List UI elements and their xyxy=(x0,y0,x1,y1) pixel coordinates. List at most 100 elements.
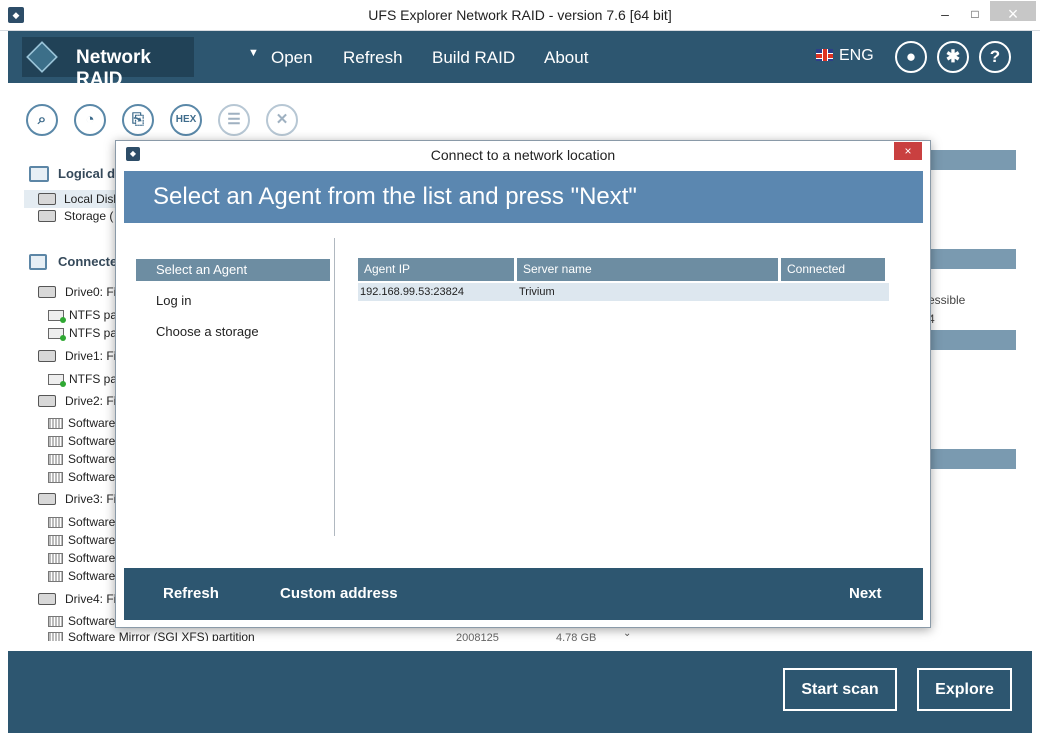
column-header-server-name[interactable]: Server name xyxy=(517,258,778,281)
software-raid-icon xyxy=(48,535,63,546)
brand-name: Network RAID xyxy=(76,47,151,90)
next-button[interactable]: Next xyxy=(849,585,882,602)
hard-drive-icon xyxy=(38,593,56,605)
menu-refresh[interactable]: Refresh xyxy=(343,48,403,68)
menu-build-raid[interactable]: Build RAID xyxy=(432,48,515,68)
column-header-connected[interactable]: Connected xyxy=(781,258,885,281)
tree-item-label: Software xyxy=(68,569,116,583)
monitor-icon xyxy=(29,166,49,182)
size-value: 4.78 GB xyxy=(556,632,597,643)
scroll-down-icon[interactable]: ⌄ xyxy=(623,628,631,639)
tree-item-partition[interactable]: Software xyxy=(48,414,115,432)
tree-item-label: Software xyxy=(68,434,116,448)
uk-flag-icon xyxy=(816,49,833,61)
software-raid-icon xyxy=(48,436,63,447)
close-icon[interactable]: ✕ xyxy=(266,104,298,136)
tree-item-label: Software xyxy=(68,416,116,430)
right-panel-header xyxy=(928,449,1016,469)
cell-server-name: Trivium xyxy=(519,286,555,298)
list-icon[interactable]: ☰ xyxy=(218,104,250,136)
tree-item-drive[interactable]: Drive0: Fi xyxy=(38,283,116,301)
software-raid-icon xyxy=(48,632,63,641)
hex-viewer-button[interactable]: HEX xyxy=(170,104,202,136)
language-selector[interactable]: ENG xyxy=(816,47,874,65)
dialog-footer: Refresh Custom address Next xyxy=(124,568,923,620)
partition-icon xyxy=(48,310,66,323)
pie-chart-icon[interactable]: ◔ xyxy=(74,104,106,136)
step-log-in: Log in xyxy=(156,293,192,308)
tree-item-partition[interactable]: Software xyxy=(48,513,115,531)
tree-item-storage[interactable]: Storage ( xyxy=(24,207,113,225)
table-row[interactable]: 192.168.99.53:23824 Trivium xyxy=(358,283,889,301)
user-icon[interactable]: ● xyxy=(895,41,927,73)
help-icon[interactable]: ? xyxy=(979,41,1011,73)
tree-item-partition[interactable]: Software xyxy=(48,567,115,585)
tree-row-last[interactable]: Software Mirror (SGI XFS) partition xyxy=(48,630,255,641)
tree-item-drive[interactable]: Drive2: Fi xyxy=(38,392,116,410)
tree-item-label: Software xyxy=(68,551,116,565)
tree-item-partition[interactable]: Software xyxy=(48,531,115,549)
tree-item-partition[interactable]: Software xyxy=(48,612,115,630)
tree-item-label: Drive2: Fi xyxy=(65,394,117,408)
explore-button[interactable]: Explore xyxy=(917,668,1012,711)
drive-icon xyxy=(38,193,56,205)
software-raid-icon xyxy=(48,553,63,564)
gear-icon[interactable]: ✱ xyxy=(937,41,969,73)
step-choose-storage: Choose a storage xyxy=(156,324,259,339)
dialog-close-button[interactable]: × xyxy=(894,142,922,160)
tree-item-partition[interactable]: Software xyxy=(48,468,115,486)
tree-item-label: NTFS pa xyxy=(69,308,118,322)
tree-item-drive[interactable]: Drive4: Fi xyxy=(38,590,116,608)
sectors-value: 2008125 xyxy=(456,632,499,643)
hard-drive-icon xyxy=(38,395,56,407)
tree-item-local-disk[interactable]: Local Disk xyxy=(24,190,124,208)
partition-icon xyxy=(48,374,66,387)
right-panel-text: essible xyxy=(928,293,966,307)
refresh-button[interactable]: Refresh xyxy=(163,585,219,602)
logical-disks-header: Logical di xyxy=(58,166,119,181)
right-panel-header xyxy=(928,150,1016,170)
tree-item-partition[interactable]: Software xyxy=(48,549,115,567)
tree-item-partition[interactable]: Software xyxy=(48,432,115,450)
custom-address-button[interactable]: Custom address xyxy=(280,585,398,602)
tree-item-label: Software xyxy=(68,533,116,547)
tree-item-partition[interactable]: NTFS pa xyxy=(48,324,117,342)
tree-item-drive[interactable]: Drive1: Fi xyxy=(38,347,116,365)
tree-item-label: Drive3: Fi xyxy=(65,492,117,506)
connect-network-dialog: ◆ Connect to a network location × Select… xyxy=(115,140,931,628)
tree-item-label: Drive1: Fi xyxy=(65,349,117,363)
start-scan-button[interactable]: Start scan xyxy=(783,668,897,711)
menu-dropdown-icon[interactable]: ▼ xyxy=(248,47,259,59)
dialog-title-bar: ◆ Connect to a network location × xyxy=(116,141,930,169)
software-raid-icon xyxy=(48,454,63,465)
tree-item-partition[interactable]: NTFS pa xyxy=(48,306,117,324)
tree-item-label: Drive0: Fi xyxy=(65,285,117,299)
minimize-button[interactable]: – xyxy=(925,0,965,30)
menu-open[interactable]: Open xyxy=(271,48,313,68)
disk-image-icon[interactable]: ⎘ xyxy=(122,104,154,136)
tree-item-label: Software xyxy=(68,470,116,484)
right-panel-header xyxy=(928,249,1016,269)
brand: Network RAID xyxy=(22,37,194,90)
window-title-bar: ◆ UFS Explorer Network RAID - version 7.… xyxy=(0,0,1040,31)
menu-about[interactable]: About xyxy=(544,48,588,68)
tree-item-partition[interactable]: Software xyxy=(48,450,115,468)
tree-item-drive[interactable]: Drive3: Fi xyxy=(38,490,116,508)
software-raid-icon xyxy=(48,418,63,429)
dialog-banner: Select an Agent from the list and press … xyxy=(124,171,923,223)
hard-drive-icon xyxy=(38,493,56,505)
tree-item-partition[interactable]: NTFS pa xyxy=(48,370,117,388)
connected-devices-header: Connecte xyxy=(58,254,118,269)
dialog-instruction: Select an Agent from the list and press … xyxy=(153,183,637,210)
tree-item-label: NTFS pa xyxy=(69,372,118,386)
language-label: ENG xyxy=(839,47,874,64)
dialog-title: Connect to a network location xyxy=(430,147,616,163)
search-icon[interactable]: ⌕ xyxy=(26,104,58,136)
right-panel-header xyxy=(928,330,1016,350)
close-window-button[interactable]: × xyxy=(990,1,1036,24)
column-header-agent-ip[interactable]: Agent IP xyxy=(358,258,514,281)
software-raid-icon xyxy=(48,472,63,483)
maximize-button[interactable]: □ xyxy=(960,0,990,30)
software-raid-icon xyxy=(48,517,63,528)
tree-item-label: Software xyxy=(68,515,116,529)
